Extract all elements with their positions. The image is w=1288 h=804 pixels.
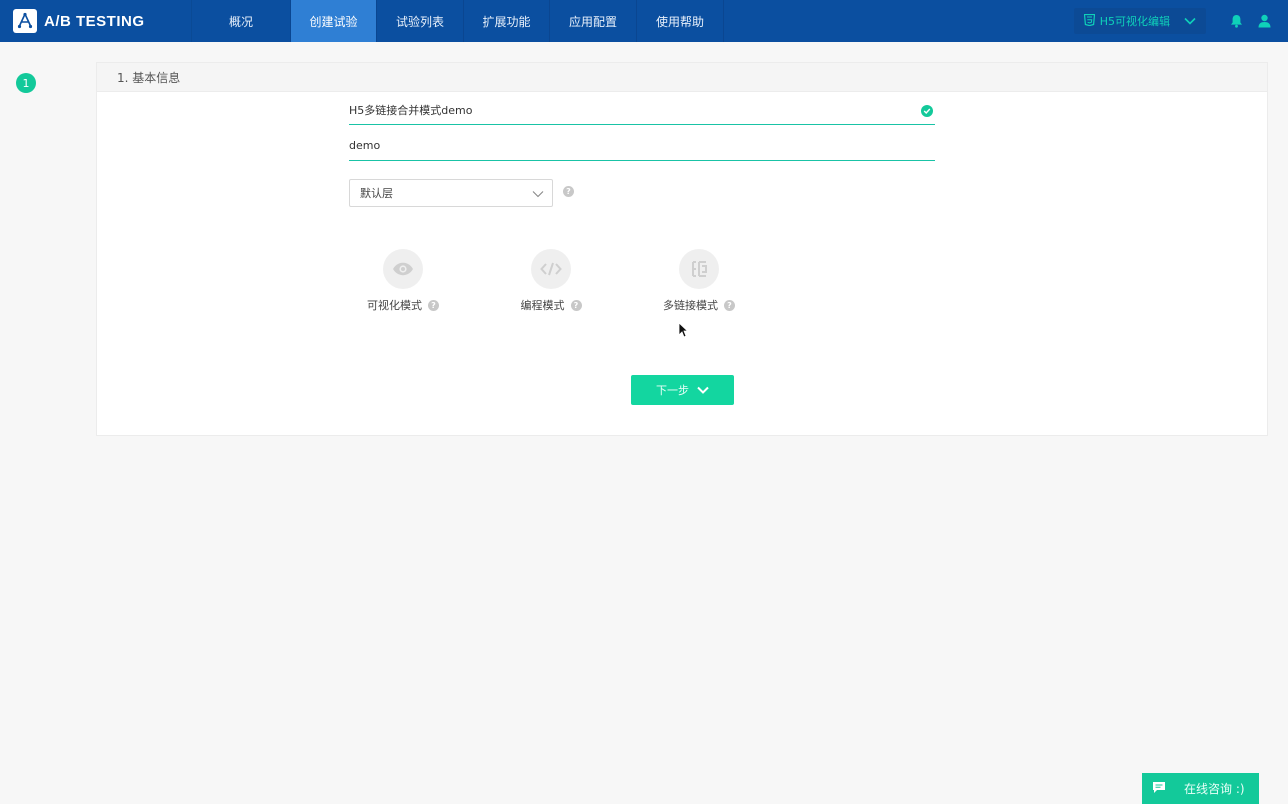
nav-extensions[interactable]: 扩展功能	[464, 0, 550, 42]
check-icon	[921, 105, 933, 117]
nav-experiment-list[interactable]: 试验列表	[377, 0, 464, 42]
eye-icon	[383, 249, 423, 289]
logo-icon	[13, 9, 37, 33]
html5-icon	[1083, 13, 1095, 29]
experiment-description-field[interactable]: demo	[349, 133, 935, 161]
help-icon[interactable]: ?	[724, 299, 735, 311]
layer-select[interactable]: 默认层	[349, 179, 553, 207]
step-indicator: 1	[16, 73, 36, 93]
experiment-name-field[interactable]: H5多链接合并模式demo	[349, 97, 935, 125]
multilink-mode-option[interactable]: 多链接模式 ?	[644, 249, 754, 313]
online-chat-button[interactable]: 在线咨询 :)	[1142, 773, 1259, 804]
section-title: 1. 基本信息	[97, 63, 1267, 92]
code-icon	[531, 249, 571, 289]
bell-icon[interactable]	[1222, 0, 1250, 42]
multilink-mode-label: 多链接模式	[663, 299, 718, 312]
nav-help[interactable]: 使用帮助	[637, 0, 724, 42]
experiment-name-value: H5多链接合并模式demo	[349, 103, 473, 117]
next-step-label: 下一步	[656, 384, 689, 397]
next-step-button[interactable]: 下一步	[631, 375, 734, 405]
mode-switch-label: H5可视化编辑	[1099, 15, 1170, 28]
visual-mode-option[interactable]: 可视化模式 ?	[348, 249, 458, 313]
chevron-down-icon	[532, 188, 544, 201]
visual-mode-label: 可视化模式	[367, 299, 422, 312]
mouse-cursor-icon	[678, 322, 689, 342]
experiment-description-value: demo	[349, 139, 381, 152]
online-chat-label: 在线咨询 :)	[1184, 782, 1245, 796]
help-icon[interactable]: ?	[563, 186, 574, 197]
help-icon[interactable]: ?	[428, 299, 439, 311]
nav-overview[interactable]: 概况	[192, 0, 291, 42]
code-mode-option[interactable]: 编程模式 ?	[496, 249, 606, 313]
layer-select-value: 默认层	[360, 187, 393, 200]
logo[interactable]: A/B TESTING	[0, 0, 192, 42]
multilink-icon	[679, 249, 719, 289]
logo-text: A/B TESTING	[44, 12, 145, 30]
nav-app-config[interactable]: 应用配置	[550, 0, 637, 42]
code-mode-label: 编程模式	[520, 299, 565, 312]
chat-bubble-icon	[1152, 781, 1166, 797]
nav-create-experiment[interactable]: 创建试验	[291, 0, 377, 42]
top-nav-bar: A/B TESTING 概况 创建试验 试验列表 扩展功能 应用配置 使用帮助 …	[0, 0, 1288, 42]
chevron-down-icon	[1184, 15, 1196, 28]
mode-switch-dropdown[interactable]: H5可视化编辑	[1073, 8, 1206, 34]
user-icon[interactable]	[1250, 0, 1278, 42]
basic-info-panel: 1. 基本信息 H5多链接合并模式demo demo 默认层 ? 可视化模式 ?…	[96, 62, 1268, 436]
help-icon[interactable]: ?	[570, 299, 582, 311]
chevron-down-icon	[697, 384, 709, 397]
